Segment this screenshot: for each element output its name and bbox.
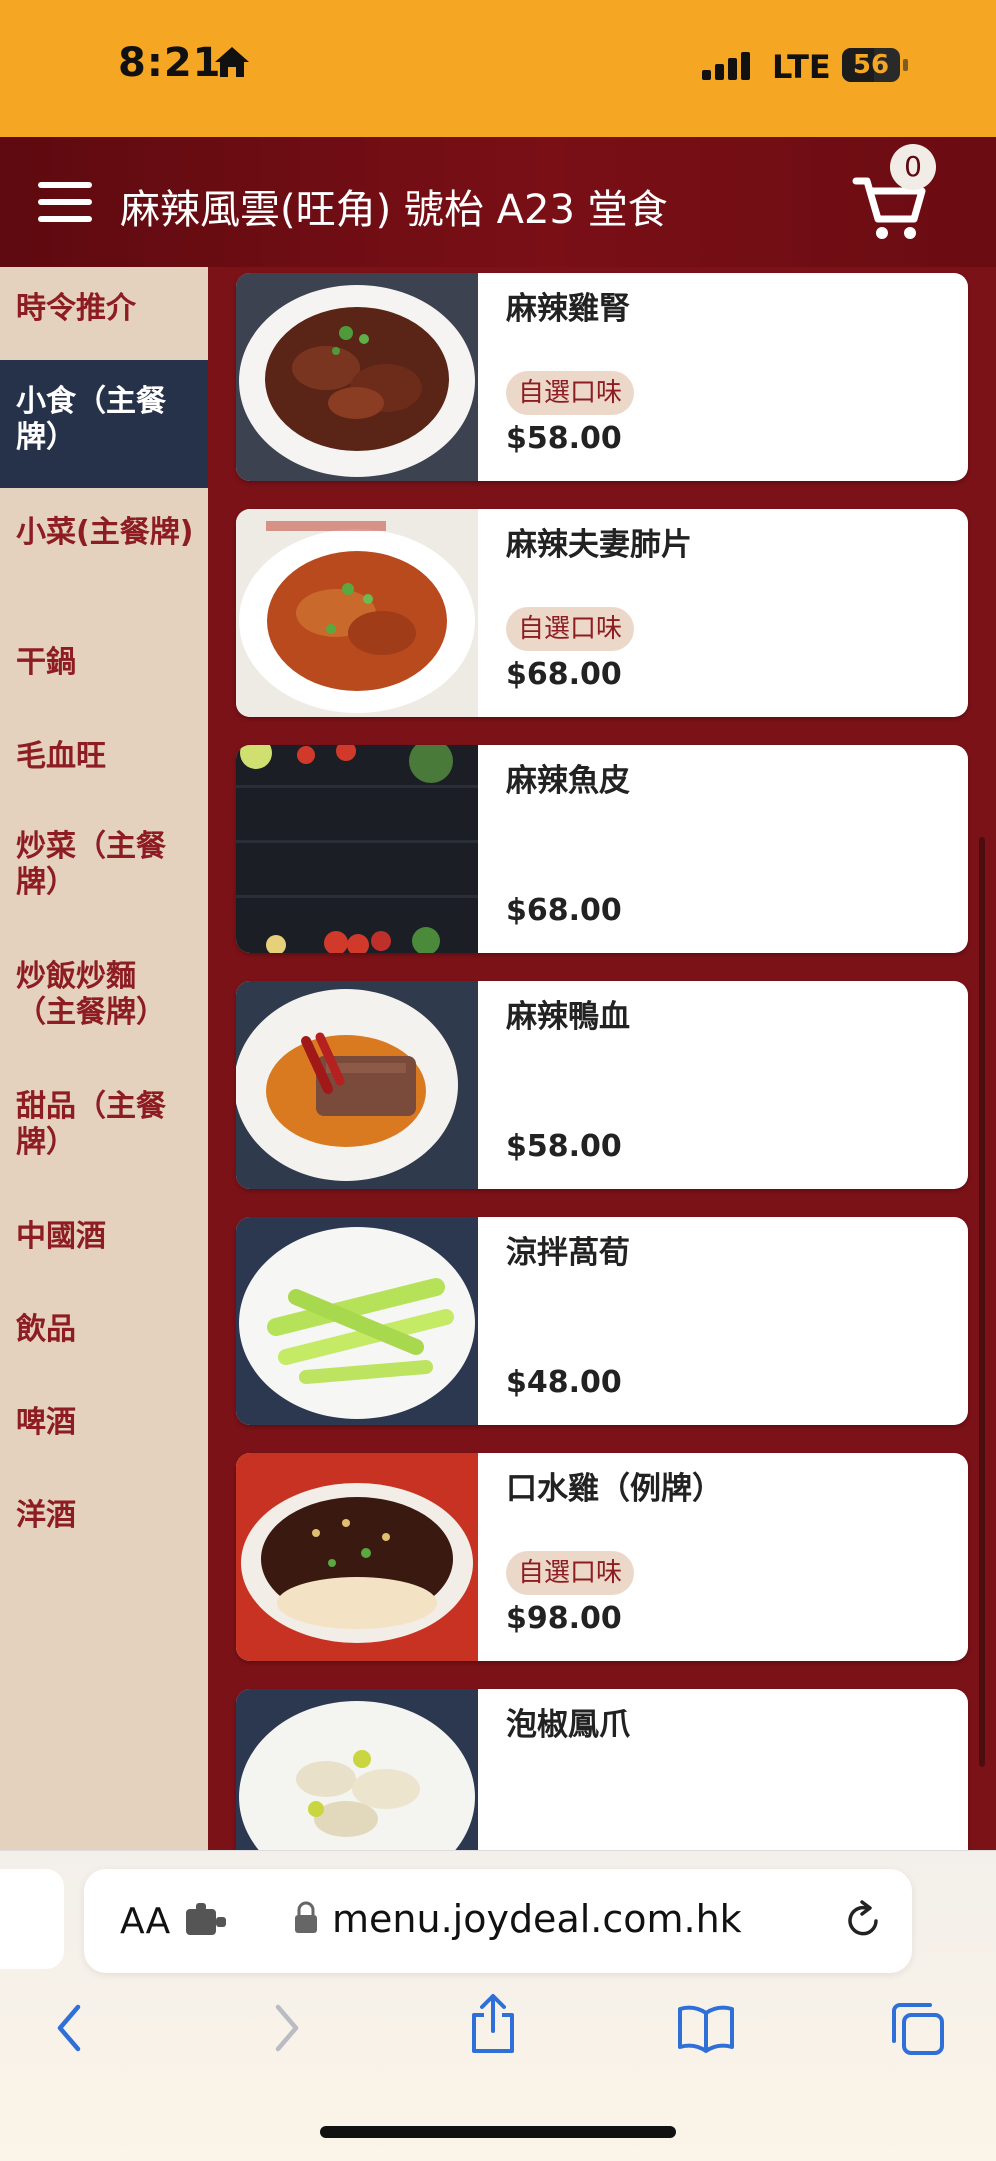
sidebar-item-snacks[interactable]: 小食（主餐牌） xyxy=(0,360,208,488)
cart-count-badge: 0 xyxy=(890,144,936,190)
custom-flavor-badge: 自選口味 xyxy=(506,371,635,415)
sidebar-item-beer[interactable]: 啤酒 xyxy=(0,1405,208,1441)
food-photo xyxy=(236,509,478,717)
previous-tab-preview[interactable] xyxy=(0,1869,64,1969)
sidebar-item-label: 小菜(主餐牌) xyxy=(16,515,194,550)
text-size-button[interactable]: AA xyxy=(120,1901,170,1942)
hamburger-menu-icon[interactable] xyxy=(38,182,92,222)
reload-icon[interactable] xyxy=(844,1899,884,1941)
item-price: $48.00 xyxy=(506,1365,622,1400)
sidebar-item-label: 飲品 xyxy=(16,1312,76,1347)
item-name: 泡椒鳳爪 xyxy=(506,1707,630,1743)
sidebar-item-label: 炒飯炒麵（主餐牌） xyxy=(16,959,166,1030)
sidebar-item-label: 時令推介 xyxy=(16,291,136,326)
sidebar-item-stir-fry[interactable]: 炒菜（主餐牌） xyxy=(0,829,208,901)
food-photo xyxy=(236,1453,478,1661)
status-time: 8:21 xyxy=(118,40,222,86)
item-price: $58.00 xyxy=(506,1129,622,1164)
sidebar-item-dessert[interactable]: 甜品（主餐牌） xyxy=(0,1089,208,1161)
menu-item-card[interactable]: 麻辣夫妻肺片 自選口味 $68.00 xyxy=(236,509,968,717)
sidebar-item-label: 中國酒 xyxy=(16,1219,106,1254)
menu-item-card[interactable]: 麻辣鴨血 $58.00 xyxy=(236,981,968,1189)
food-photo xyxy=(236,273,478,481)
food-photo xyxy=(236,981,478,1189)
url-text[interactable]: menu.joydeal.com.hk xyxy=(332,1897,742,1941)
item-price: $68.00 xyxy=(506,893,622,928)
scroll-indicator[interactable] xyxy=(979,837,985,1767)
battery-level: 56 xyxy=(852,50,890,80)
sidebar-item-seasonal[interactable]: 時令推介 xyxy=(0,291,208,327)
sidebar-item-label: 干鍋 xyxy=(16,645,76,680)
home-indicator xyxy=(320,2126,676,2138)
sidebar-item-label: 炒菜（主餐牌） xyxy=(16,829,166,900)
item-name: 麻辣鴨血 xyxy=(506,999,630,1035)
sidebar-item-label: 毛血旺 xyxy=(16,739,106,774)
item-name: 涼拌萵荀 xyxy=(506,1235,630,1271)
address-bar[interactable]: AA menu.joydeal.com.hk xyxy=(84,1869,912,1973)
lock-icon xyxy=(295,1901,317,1933)
item-name: 麻辣夫妻肺片 xyxy=(506,527,692,563)
food-photo xyxy=(236,745,478,953)
item-name: 口水雞（例牌） xyxy=(506,1471,723,1507)
menu-item-card[interactable]: 麻辣雞腎 自選口味 $58.00 xyxy=(236,273,968,481)
item-price: $58.00 xyxy=(506,421,622,456)
sidebar-item-dry-pot[interactable]: 干鍋 xyxy=(0,645,208,681)
bookmarks-icon[interactable] xyxy=(676,2003,736,2053)
home-icon xyxy=(215,47,249,77)
page-title: 麻辣風雲(旺角) 號枱 A23 堂食 xyxy=(120,187,668,233)
browser-toolbar: AA menu.joydeal.com.hk xyxy=(0,1850,996,2161)
item-name: 麻辣魚皮 xyxy=(506,763,630,799)
item-price: $98.00 xyxy=(506,1601,622,1636)
sidebar-item-label: 啤酒 xyxy=(16,1405,76,1440)
custom-flavor-badge: 自選口味 xyxy=(506,607,635,651)
food-photo xyxy=(236,1689,478,1850)
item-price: $68.00 xyxy=(506,657,622,692)
category-sidebar: 時令推介 小食（主餐牌） 小菜(主餐牌) 干鍋 毛血旺 炒菜（主餐牌） 炒飯炒麵… xyxy=(0,267,208,1850)
sidebar-item-drinks[interactable]: 飲品 xyxy=(0,1312,208,1348)
food-photo xyxy=(236,1217,478,1425)
network-label: LTE xyxy=(772,48,831,86)
item-name: 麻辣雞腎 xyxy=(506,291,630,327)
sidebar-item-maoxuewang[interactable]: 毛血旺 xyxy=(0,739,208,775)
back-icon[interactable] xyxy=(50,2001,90,2055)
status-bar: 8:21 LTE 56 xyxy=(0,0,996,137)
custom-flavor-badge: 自選口味 xyxy=(506,1551,635,1595)
sidebar-item-label: 甜品（主餐牌） xyxy=(16,1089,166,1160)
battery-icon: 56 xyxy=(842,48,908,84)
sidebar-item-chinese-liquor[interactable]: 中國酒 xyxy=(0,1219,208,1255)
menu-item-card[interactable]: 口水雞（例牌） 自選口味 $98.00 xyxy=(236,1453,968,1661)
sidebar-item-fried-rice-noodles[interactable]: 炒飯炒麵（主餐牌） xyxy=(0,959,208,1031)
menu-item-card[interactable]: 涼拌萵荀 $48.00 xyxy=(236,1217,968,1425)
signal-icon xyxy=(702,52,750,80)
app-header: 麻辣風雲(旺角) 號枱 A23 堂食 xyxy=(0,137,996,267)
menu-item-card[interactable]: 麻辣魚皮 $68.00 xyxy=(236,745,968,953)
menu-item-list[interactable]: 麻辣雞腎 自選口味 $58.00 麻辣夫妻肺片 自選口味 $68.00 麻辣魚皮 xyxy=(208,267,996,1850)
sidebar-item-western-liquor[interactable]: 洋酒 xyxy=(0,1498,208,1534)
forward-icon[interactable] xyxy=(266,2001,306,2055)
sidebar-item-label: 洋酒 xyxy=(16,1498,76,1533)
extension-puzzle-icon[interactable] xyxy=(184,1903,230,1939)
sidebar-item-label: 小食（主餐牌） xyxy=(16,384,166,455)
menu-item-card[interactable]: 泡椒鳳爪 xyxy=(236,1689,968,1850)
tabs-icon[interactable] xyxy=(890,2001,946,2057)
share-icon[interactable] xyxy=(468,1993,518,2055)
sidebar-item-dishes[interactable]: 小菜(主餐牌) xyxy=(0,515,208,551)
